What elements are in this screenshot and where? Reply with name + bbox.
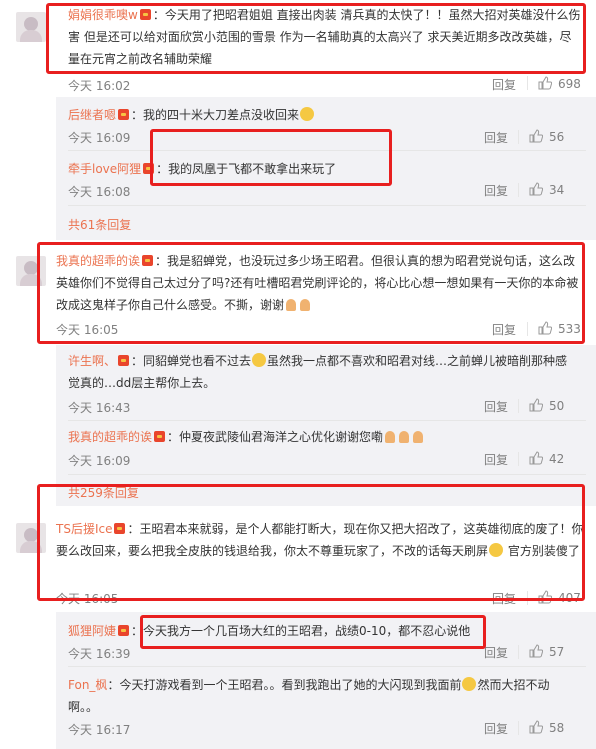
thumbs-up-icon (529, 182, 543, 196)
more-replies-link[interactable]: 共61条回复 (68, 216, 131, 233)
like-count: 698 (558, 77, 581, 91)
like-count: 50 (549, 399, 565, 413)
highlight-box (37, 242, 585, 344)
like-button[interactable]: 57 (529, 644, 564, 659)
reply-time: 今天 16:43 (68, 401, 131, 415)
comment-time: 今天 16:02 (68, 79, 131, 93)
vip-badge-icon (118, 625, 130, 636)
reply-username[interactable]: Fon_枫 (68, 678, 107, 692)
praying-hands-icon (399, 431, 410, 443)
thumbs-up-icon (529, 398, 543, 412)
like-button[interactable]: 50 (529, 398, 564, 413)
reply-text: 后继者嗯 ：我的四十米大刀差点没收回来 (68, 104, 315, 126)
praying-hands-icon (413, 431, 424, 443)
reply-username[interactable]: 许生啊、 (68, 354, 116, 368)
divider (518, 721, 519, 735)
like-button[interactable]: 56 (529, 129, 564, 144)
reply-text: 我真的超乖的诶 ：仲夏夜武陵仙君海洋之心优化谢谢您嘞 (68, 426, 425, 448)
reply-button[interactable]: 回复 (484, 398, 508, 415)
vip-badge-icon (118, 109, 130, 120)
reply-button[interactable]: 回复 (484, 720, 508, 737)
like-count: 42 (549, 452, 565, 466)
highlight-box (150, 129, 392, 186)
reply-text: Fon_枫：今天打游戏看到一个王昭君。。看到我跑出了她的大闪现到我面前 然而大招不… (68, 674, 578, 718)
like-count: 57 (549, 645, 565, 659)
reply-username[interactable]: 后继者嗯 (68, 108, 116, 122)
like-button[interactable]: 698 (538, 76, 581, 91)
divider (518, 130, 519, 144)
thumbs-up-icon (538, 76, 552, 90)
thumbs-up-icon (529, 720, 543, 734)
vip-badge-icon (118, 355, 130, 366)
thumbs-up-icon (529, 644, 543, 658)
divider (527, 76, 528, 90)
reply-button[interactable]: 回复 (484, 644, 508, 661)
like-button[interactable]: 58 (529, 720, 564, 735)
reply-time: 今天 16:39 (68, 647, 131, 661)
reply-button[interactable]: 回复 (484, 451, 508, 468)
thumbs-up-icon (529, 451, 543, 465)
cat-emoji-icon (300, 107, 315, 121)
praying-hands-icon (385, 431, 396, 443)
reply-time: 今天 16:08 (68, 185, 131, 199)
like-count: 34 (549, 183, 565, 197)
reply-username[interactable]: 牵手love阿狸 (68, 162, 141, 176)
reply-username[interactable]: 狐狸阿婕 (68, 624, 116, 638)
reply-time: 今天 16:09 (68, 454, 131, 468)
reply-time: 今天 16:09 (68, 131, 131, 145)
reply-body: ：同貂蝉党也看不过去 (131, 354, 252, 368)
highlight-box (140, 615, 486, 649)
divider (518, 399, 519, 413)
reply-text: 许生啊、 ：同貂蝉党也看不过去 虽然我一点都不喜欢和昭君对线…之前蝉儿被暗削那种感觉… (68, 350, 576, 394)
avatar[interactable] (16, 12, 46, 42)
laughing-emoji-icon (462, 677, 477, 691)
reply-body: ：今天打游戏看到一个王昭君。。看到我跑出了她的大闪现到我面前 (107, 678, 462, 692)
like-count: 56 (549, 130, 565, 144)
reply-button[interactable]: 回复 (484, 129, 508, 146)
divider (68, 474, 586, 475)
like-button[interactable]: 34 (529, 182, 564, 197)
reply-time: 今天 16:17 (68, 723, 131, 737)
reply-button[interactable]: 回复 (484, 182, 508, 199)
vip-badge-icon (154, 431, 166, 442)
like-button[interactable]: 42 (529, 451, 564, 466)
laughing-emoji-icon (252, 353, 267, 367)
divider (68, 666, 586, 667)
highlight-box (46, 3, 586, 74)
reply-button[interactable]: 回复 (492, 76, 516, 93)
reply-body: ：仲夏夜武陵仙君海洋之心优化谢谢您嘞 (167, 430, 384, 444)
reply-username[interactable]: 我真的超乖的诶 (68, 430, 152, 444)
reply-body: ：我的四十米大刀差点没收回来 (131, 108, 300, 122)
highlight-box (37, 484, 585, 601)
thumbs-up-icon (529, 129, 543, 143)
divider (518, 645, 519, 659)
divider (518, 452, 519, 466)
like-count: 58 (549, 721, 565, 735)
divider (68, 205, 586, 206)
divider (68, 420, 586, 421)
divider (518, 183, 519, 197)
